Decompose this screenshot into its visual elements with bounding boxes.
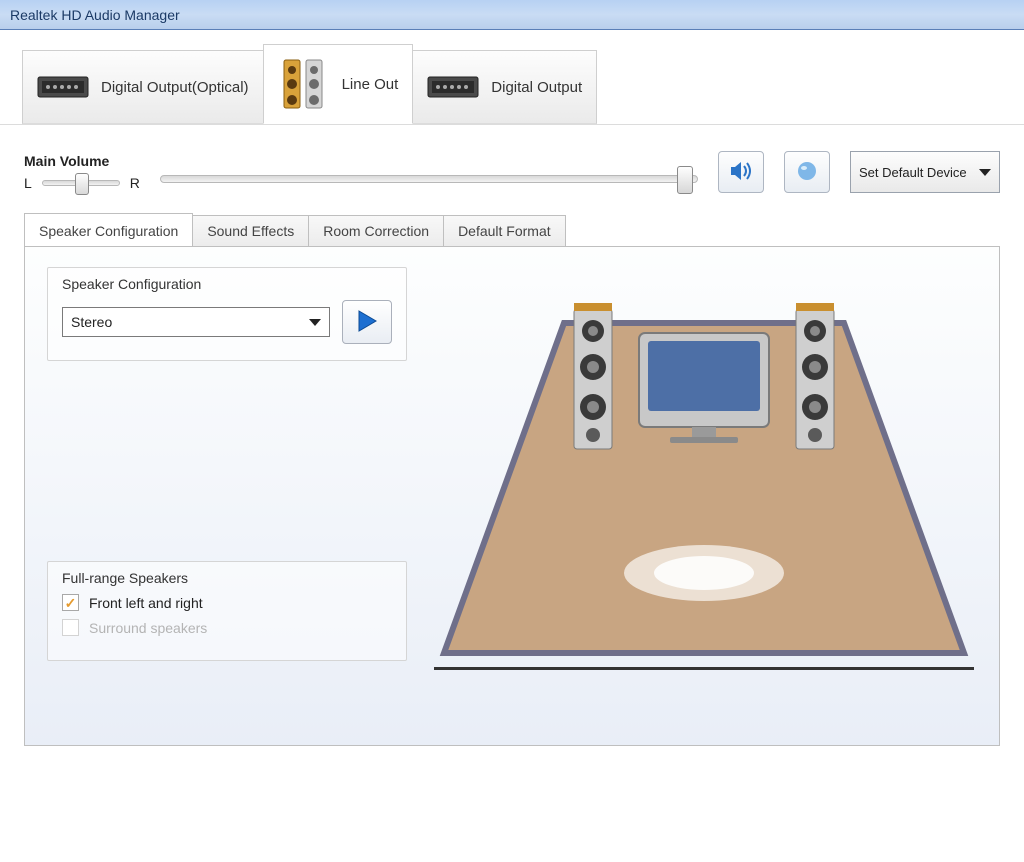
tab-label: Digital Output [491, 79, 582, 96]
play-test-button[interactable] [342, 300, 392, 344]
main-content: Digital Output(Optical) Line Out [0, 50, 1024, 770]
balance-block: Main Volume L R [24, 153, 140, 191]
chevron-down-icon [309, 319, 321, 326]
inner-tab-strip: Speaker Configuration Sound Effects Room… [24, 215, 1000, 246]
volume-row: Main Volume L R [24, 151, 1000, 193]
tab-speaker-configuration[interactable]: Speaker Configuration [24, 213, 193, 246]
chevron-down-icon [979, 169, 991, 176]
balance-left-label: L [24, 175, 32, 191]
tab-digital-output[interactable]: Digital Output [412, 50, 597, 124]
balance-thumb[interactable] [75, 173, 89, 195]
window-title: Realtek HD Audio Manager [10, 7, 180, 23]
full-range-title: Full-range Speakers [62, 570, 392, 586]
output-tab-strip: Digital Output(Optical) Line Out [0, 50, 1024, 125]
mute-button[interactable] [718, 151, 764, 193]
checkbox-disabled-icon [62, 619, 79, 636]
speaker-sound-icon [728, 158, 754, 187]
main-volume-label: Main Volume [24, 153, 140, 169]
balance-right-label: R [130, 175, 140, 191]
tab-label: Room Correction [323, 223, 429, 239]
title-bar: Realtek HD Audio Manager [0, 0, 1024, 30]
surround-speakers-checkbox-row: Surround speakers [62, 619, 392, 636]
tab-label: Digital Output(Optical) [101, 79, 249, 96]
speaker-config-group: Speaker Configuration Stereo [47, 267, 407, 361]
room-3d-icon [434, 273, 974, 673]
tab-label: Line Out [342, 76, 399, 93]
room-baseline [434, 667, 974, 670]
speaker-config-value: Stereo [71, 314, 112, 330]
crystal-orb-icon [796, 160, 818, 185]
sound-effect-button[interactable] [784, 151, 830, 193]
tab-label: Sound Effects [207, 223, 294, 239]
tab-page-line-out: Main Volume L R [0, 151, 1024, 770]
checkbox-checked-icon[interactable]: ✓ [62, 594, 79, 611]
left-speaker-icon [574, 303, 612, 449]
front-speakers-checkbox-row[interactable]: ✓ Front left and right [62, 594, 392, 611]
play-icon [356, 309, 378, 336]
set-default-device-dropdown[interactable]: Set Default Device [850, 151, 1000, 193]
config-row: Stereo [62, 300, 392, 344]
main-volume-slider[interactable] [160, 175, 698, 183]
balance-track[interactable] [42, 180, 120, 186]
tab-label: Default Format [458, 223, 551, 239]
right-speaker-icon [796, 303, 834, 449]
speaker-configuration-panel: Speaker Configuration Stereo [24, 246, 1000, 746]
tab-default-format[interactable]: Default Format [443, 215, 566, 246]
surround-speakers-label: Surround speakers [89, 620, 207, 636]
amplifier-icon [37, 64, 89, 110]
tab-label: Speaker Configuration [39, 223, 178, 239]
tab-line-out[interactable]: Line Out [263, 44, 414, 124]
amplifier-icon [427, 64, 479, 110]
left-column: Speaker Configuration Stereo [47, 267, 407, 715]
room-visualization [431, 267, 977, 715]
tab-room-correction[interactable]: Room Correction [308, 215, 444, 246]
speaker-config-select[interactable]: Stereo [62, 307, 330, 337]
speakers-icon [278, 61, 330, 107]
front-speakers-label: Front left and right [89, 595, 203, 611]
speaker-config-title: Speaker Configuration [62, 276, 392, 292]
set-default-device-label: Set Default Device [859, 165, 967, 180]
tab-digital-output-optical[interactable]: Digital Output(Optical) [22, 50, 264, 124]
full-range-group: Full-range Speakers ✓ Front left and rig… [47, 561, 407, 661]
main-volume-thumb[interactable] [677, 166, 693, 194]
tab-sound-effects[interactable]: Sound Effects [192, 215, 309, 246]
balance-slider[interactable]: L R [24, 175, 140, 191]
